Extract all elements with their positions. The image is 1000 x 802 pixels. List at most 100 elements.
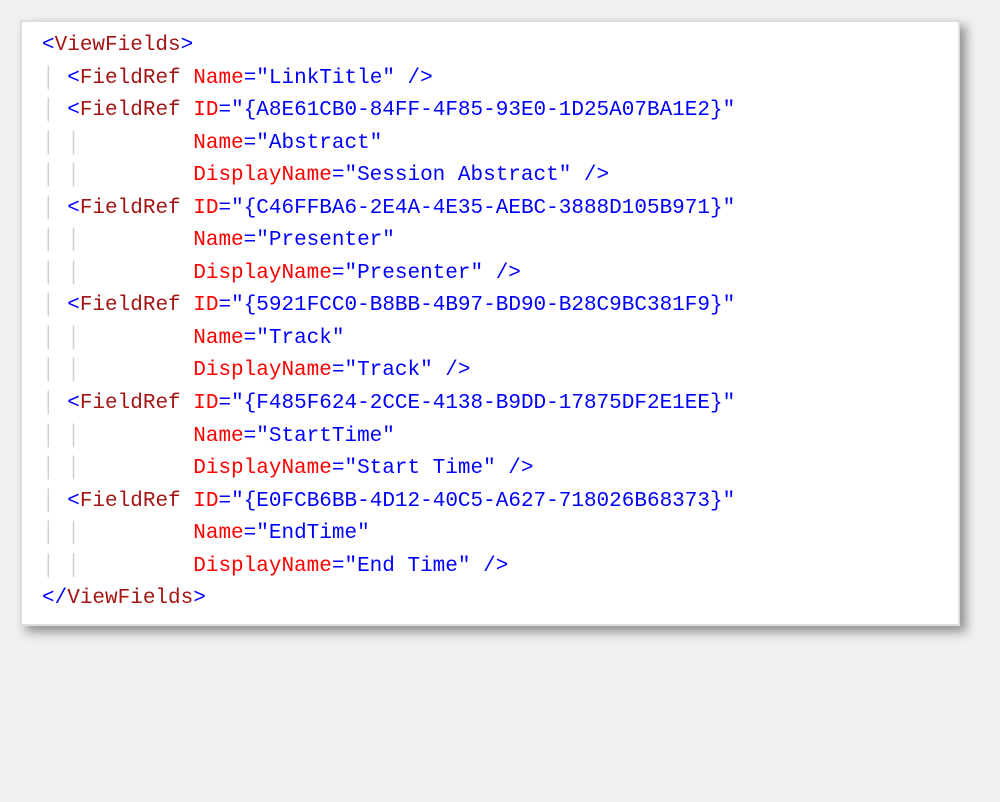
bracket: </ — [42, 587, 67, 610]
attr-value: "Abstract" — [256, 132, 382, 155]
attr-name: Name — [193, 522, 243, 545]
attr-value: "Presenter" — [256, 229, 395, 252]
bracket: > — [181, 34, 194, 57]
attr-value: "{C46FFBA6-2E4A-4E35-AEBC-3888D105B971}" — [231, 197, 735, 220]
indent-guide: │ │ — [42, 160, 193, 193]
equals: = — [244, 425, 257, 448]
bracket: < — [67, 392, 80, 415]
attr-value: "Track" — [256, 327, 344, 350]
attr-value: "{F485F624-2CCE-4138-B9DD-17875DF2E1EE}" — [231, 392, 735, 415]
bracket: /> — [471, 555, 509, 578]
attr-name: DisplayName — [193, 262, 332, 285]
attr-name: ID — [193, 294, 218, 317]
attr-value: "{A8E61CB0-84FF-4F85-93E0-1D25A07BA1E2}" — [231, 99, 735, 122]
xml-code-block: <ViewFields> │ <FieldRef Name="LinkTitle… — [20, 20, 960, 626]
code-line: │ │ Name="Presenter" — [42, 225, 948, 258]
attr-value: "StartTime" — [256, 425, 395, 448]
attr-value: "End Time" — [344, 555, 470, 578]
attr-name: Name — [193, 132, 243, 155]
attr-value: "{5921FCC0-B8BB-4B97-BD90-B28C9BC381F9}" — [231, 294, 735, 317]
code-line: │ <FieldRef ID="{E0FCB6BB-4D12-40C5-A627… — [42, 486, 948, 519]
bracket: < — [67, 197, 80, 220]
attr-value: "Start Time" — [344, 457, 495, 480]
equals: = — [332, 262, 345, 285]
indent-guide: │ │ — [42, 225, 193, 258]
code-line: │ │ Name="EndTime" — [42, 518, 948, 551]
code-line: │ │ Name="StartTime" — [42, 421, 948, 454]
code-line: │ <FieldRef ID="{C46FFBA6-2E4A-4E35-AEBC… — [42, 193, 948, 226]
element-name: FieldRef — [80, 392, 181, 415]
equals: = — [332, 555, 345, 578]
code-line: │ <FieldRef Name="LinkTitle" /> — [42, 63, 948, 96]
indent-guide: │ │ — [42, 551, 193, 584]
element-name: ViewFields — [67, 587, 193, 610]
attr-name: ID — [193, 392, 218, 415]
element-name: FieldRef — [80, 99, 181, 122]
attr-name: ID — [193, 197, 218, 220]
attr-name: DisplayName — [193, 359, 332, 382]
attr-value: "Session Abstract" — [344, 164, 571, 187]
indent-guide: │ │ — [42, 323, 193, 356]
attr-value: "{E0FCB6BB-4D12-40C5-A627-718026B68373}" — [231, 490, 735, 513]
element-name: FieldRef — [80, 294, 181, 317]
indent-guide: │ — [42, 63, 67, 96]
bracket: < — [67, 67, 80, 90]
attr-value: "Presenter" — [344, 262, 483, 285]
attr-name: Name — [193, 425, 243, 448]
equals: = — [244, 522, 257, 545]
indent-guide: │ — [42, 388, 67, 421]
attr-value: "EndTime" — [256, 522, 369, 545]
attr-name: DisplayName — [193, 555, 332, 578]
bracket: < — [67, 99, 80, 122]
indent-guide: │ │ — [42, 518, 193, 551]
code-line: <ViewFields> — [42, 30, 948, 63]
attr-name: Name — [193, 67, 243, 90]
code-line: </ViewFields> — [42, 583, 948, 616]
element-name: ViewFields — [55, 34, 181, 57]
equals: = — [244, 327, 257, 350]
indent-guide: │ — [42, 486, 67, 519]
bracket: > — [193, 587, 206, 610]
element-name: FieldRef — [80, 490, 181, 513]
code-line: │ <FieldRef ID="{A8E61CB0-84FF-4F85-93E0… — [42, 95, 948, 128]
element-name: FieldRef — [80, 67, 181, 90]
equals: = — [244, 229, 257, 252]
equals: = — [332, 359, 345, 382]
equals: = — [218, 197, 231, 220]
indent-guide: │ — [42, 193, 67, 226]
attr-name: DisplayName — [193, 164, 332, 187]
bracket: < — [67, 294, 80, 317]
indent-guide: │ │ — [42, 453, 193, 486]
bracket: /> — [483, 262, 521, 285]
attr-name: DisplayName — [193, 457, 332, 480]
attr-name: ID — [193, 490, 218, 513]
code-line: │ │ DisplayName="Presenter" /> — [42, 258, 948, 291]
equals: = — [244, 67, 257, 90]
attr-name: Name — [193, 327, 243, 350]
indent-guide: │ │ — [42, 258, 193, 291]
indent-guide: │ │ — [42, 421, 193, 454]
indent-guide: │ — [42, 95, 67, 128]
equals: = — [218, 99, 231, 122]
equals: = — [218, 294, 231, 317]
equals: = — [218, 490, 231, 513]
indent-guide: │ │ — [42, 128, 193, 161]
bracket: /> — [395, 67, 433, 90]
bracket: /> — [433, 359, 471, 382]
code-line: │ │ Name="Track" — [42, 323, 948, 356]
attr-name: Name — [193, 229, 243, 252]
indent-guide: │ — [42, 290, 67, 323]
equals: = — [218, 392, 231, 415]
equals: = — [244, 132, 257, 155]
code-line: │ │ DisplayName="Start Time" /> — [42, 453, 948, 486]
element-name: FieldRef — [80, 197, 181, 220]
code-line: │ │ Name="Abstract" — [42, 128, 948, 161]
code-line: │ │ DisplayName="Track" /> — [42, 355, 948, 388]
attr-name: ID — [193, 99, 218, 122]
bracket: < — [67, 490, 80, 513]
code-line: │ │ DisplayName="Session Abstract" /> — [42, 160, 948, 193]
code-line: │ │ DisplayName="End Time" /> — [42, 551, 948, 584]
attr-value: "LinkTitle" — [256, 67, 395, 90]
equals: = — [332, 164, 345, 187]
code-line: │ <FieldRef ID="{F485F624-2CCE-4138-B9DD… — [42, 388, 948, 421]
